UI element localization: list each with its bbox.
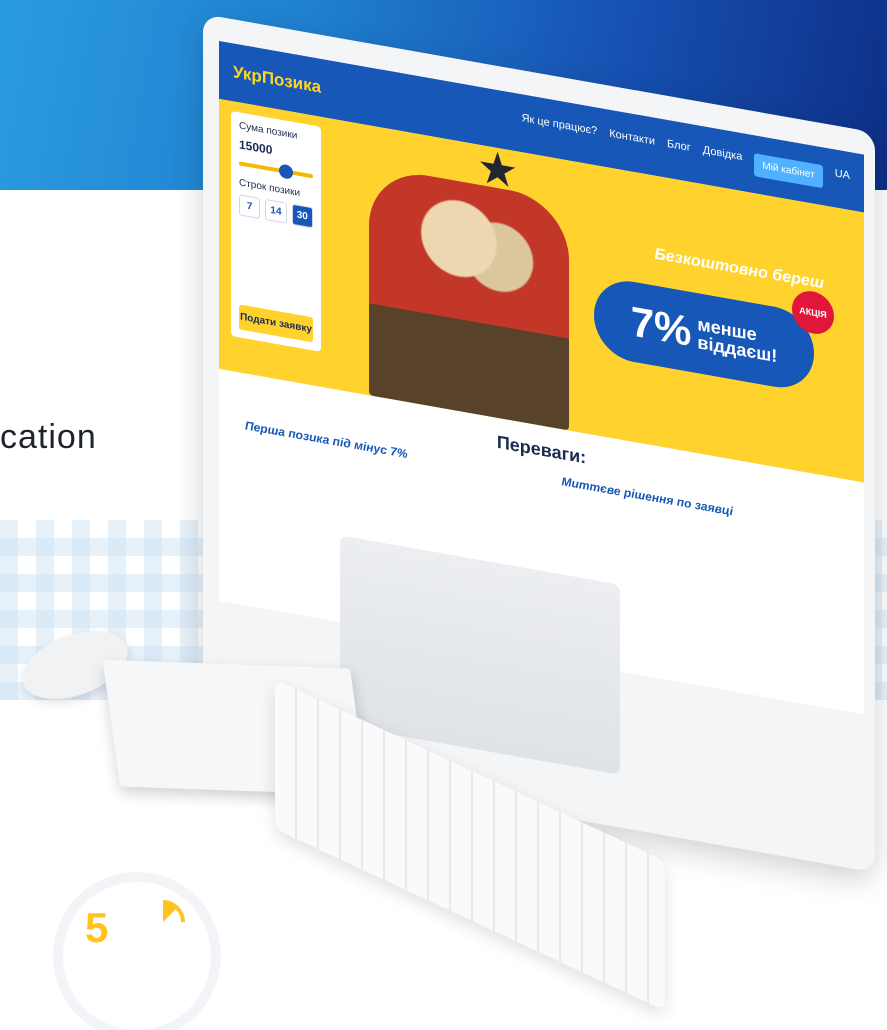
slider-knob[interactable] bbox=[279, 163, 293, 180]
timer-badge: 5 bbox=[63, 882, 211, 1030]
term-option-7[interactable]: 7 bbox=[239, 194, 261, 220]
apply-button[interactable]: Подати заявку bbox=[239, 304, 313, 343]
left-text: cation bbox=[0, 418, 97, 456]
star-icon: ★ bbox=[477, 139, 519, 199]
clock-icon bbox=[162, 900, 185, 923]
ad-headline: Безкоштовно береш bbox=[654, 245, 824, 293]
ad-offer: 7% менше віддаєш! bbox=[594, 274, 814, 394]
nav-link-how[interactable]: Як це працює? bbox=[522, 112, 598, 148]
nav-link-contacts[interactable]: Контакти bbox=[609, 127, 655, 158]
ad-percent: 7% bbox=[630, 297, 692, 356]
term-option-30[interactable]: 30 bbox=[291, 203, 313, 229]
nav-link-help[interactable]: Довідка bbox=[703, 144, 743, 174]
nav-link-blog[interactable]: Блог bbox=[667, 137, 691, 164]
ad-text: менше віддаєш! bbox=[697, 314, 777, 366]
cabinet-button[interactable]: Мій кабінет bbox=[754, 152, 823, 188]
amount-slider[interactable] bbox=[239, 161, 313, 180]
timer-number: 5 bbox=[85, 904, 109, 951]
site-logo[interactable]: УкрПозика bbox=[233, 62, 321, 98]
loan-calculator: Сума позики 15000 Строк позики 7 14 30 П… bbox=[231, 110, 321, 352]
promo-people-image bbox=[369, 165, 569, 431]
term-option-14[interactable]: 14 bbox=[265, 198, 287, 224]
language-selector[interactable]: UA bbox=[835, 167, 850, 193]
